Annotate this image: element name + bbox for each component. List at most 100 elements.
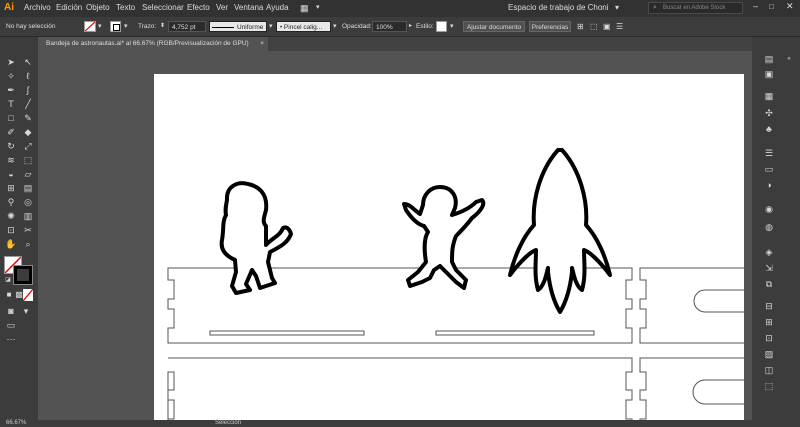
chevron-down-icon[interactable]: ▾ xyxy=(19,305,33,317)
mesh-icon[interactable]: ⊞ xyxy=(4,182,18,194)
line-icon[interactable]: ╱ xyxy=(21,98,35,110)
magic-wand-icon[interactable]: ✧ xyxy=(4,70,18,82)
menu-efecto[interactable]: Efecto xyxy=(187,3,210,12)
chevron-down-icon[interactable]: ▾ xyxy=(98,21,102,32)
blend-icon[interactable]: ◎ xyxy=(21,196,35,208)
preferences-button[interactable]: Preferencias xyxy=(529,21,571,32)
chevron-down-icon[interactable]: ▾ xyxy=(615,3,619,12)
chevron-down-icon[interactable]: ▾ xyxy=(124,21,128,32)
stroke-weight-input[interactable]: 4,752 pt xyxy=(168,21,206,32)
menu-seleccionar[interactable]: Seleccionar xyxy=(142,3,184,12)
graphic-style-swatch[interactable] xyxy=(436,21,447,32)
arrange-documents-icon[interactable]: ▦ xyxy=(300,3,309,14)
color-icon[interactable]: ✣ xyxy=(762,107,776,119)
lasso-icon[interactable]: ℓ xyxy=(21,70,35,82)
layers-panel-icon[interactable]: ⊟ xyxy=(762,300,776,312)
stroke-icon[interactable]: ◉ xyxy=(762,203,776,215)
paintbrush-icon[interactable]: ✎ xyxy=(21,112,35,124)
document-tab[interactable]: Bandeja de astronautas.ai* al 66.67% (RG… xyxy=(38,37,268,51)
pen-icon[interactable]: ✒ xyxy=(4,84,18,96)
chevron-down-icon[interactable]: ▾ xyxy=(450,21,454,32)
document-setup-button[interactable]: Ajustar documento xyxy=(463,21,525,32)
transform-icon[interactable]: ⬚ xyxy=(762,380,776,392)
brush-definition[interactable]: • Pincel calig... xyxy=(276,21,331,32)
panel-menu-icon[interactable]: ☰ xyxy=(616,21,623,32)
more-tools-icon[interactable]: ⋯ xyxy=(4,333,18,345)
curvature-icon[interactable]: ∫ xyxy=(21,84,35,96)
rectangle-icon[interactable]: □ xyxy=(4,112,18,124)
workspace-switcher[interactable]: Espacio de trabajo de Choni xyxy=(508,3,609,12)
close-window-icon[interactable]: ✕ xyxy=(786,1,794,12)
export-icon[interactable]: ⊞ xyxy=(762,316,776,328)
isolate-icon[interactable]: ▣ xyxy=(603,21,611,32)
align-icon[interactable]: ▨ xyxy=(762,348,776,360)
none-mode-icon[interactable] xyxy=(23,289,33,301)
control-bar: No hay selección ▾ ▾ Trazo: ⬍ 4,752 pt U… xyxy=(0,17,800,37)
graphic-styles-icon[interactable]: ⧉ xyxy=(762,278,776,290)
slice-icon[interactable]: ✂ xyxy=(21,224,35,236)
search-field[interactable]: ⌕ Buscar en Adobe Stock xyxy=(648,2,743,14)
transparency-icon[interactable]: ◈ xyxy=(762,246,776,258)
color-guide-icon[interactable]: ♣ xyxy=(762,123,776,135)
tools-panel: ➤ ↖ ✧ ℓ ✒ ∫ T ╱ □ ✎ ✐ ◆ ↻ ⤢ ≋ ⬚ ◒ ▱ ⊞ ▤ … xyxy=(0,37,38,427)
opacity-input[interactable]: 100% xyxy=(372,21,407,32)
menu-objeto[interactable]: Objeto xyxy=(86,3,110,12)
stroke-swatch[interactable] xyxy=(110,21,121,32)
free-transform-icon[interactable]: ⬚ xyxy=(21,154,35,166)
direct-selection-icon[interactable]: ↖ xyxy=(21,56,35,68)
shape-builder-icon[interactable]: ◒ xyxy=(4,168,18,180)
artboard[interactable] xyxy=(154,74,744,427)
eraser-icon[interactable]: ◆ xyxy=(21,126,35,138)
variable-width-profile[interactable]: Uniforme xyxy=(209,21,267,32)
rotate-icon[interactable]: ↻ xyxy=(4,140,18,152)
chevron-down-icon[interactable]: ▾ xyxy=(269,21,273,32)
minimize-icon[interactable]: – xyxy=(753,1,758,11)
appearance-icon[interactable]: ⇲ xyxy=(762,262,776,274)
zoom-level[interactable]: 66.67% xyxy=(6,420,26,426)
default-colors-icon[interactable]: ◪ xyxy=(1,274,15,286)
brushes-icon[interactable]: ▭ xyxy=(762,163,776,175)
pathfinder-icon[interactable]: ◫ xyxy=(762,364,776,376)
chevron-down-icon[interactable]: ▾ xyxy=(333,21,337,32)
stroke-color[interactable] xyxy=(13,265,33,285)
artboard-icon[interactable]: ⊡ xyxy=(4,224,18,236)
hand-icon[interactable]: ✋ xyxy=(4,238,18,250)
chevron-right-icon[interactable]: ▸ xyxy=(409,21,412,32)
libraries-icon[interactable]: ▦ xyxy=(762,90,776,102)
menu-edicion[interactable]: Edición xyxy=(56,3,82,12)
transform-icon[interactable]: ⬚ xyxy=(590,21,598,32)
scale-icon[interactable]: ⤢ xyxy=(21,140,35,152)
properties-icon[interactable]: ▤ xyxy=(762,53,776,65)
gradient-panel-icon[interactable]: ◍ xyxy=(762,221,776,233)
selection-icon[interactable]: ➤ xyxy=(4,56,18,68)
chevron-down-icon[interactable]: ▾ xyxy=(316,3,320,11)
draw-mode-icon[interactable]: ◙ xyxy=(4,305,18,317)
symbols-icon[interactable]: ◑ xyxy=(762,179,776,191)
maximize-icon[interactable]: □ xyxy=(769,2,774,11)
symbol-sprayer-icon[interactable]: ✺ xyxy=(4,210,18,222)
artboards-icon[interactable]: ⊡ xyxy=(762,332,776,344)
menu-ver[interactable]: Ver xyxy=(216,3,228,12)
menu-texto[interactable]: Texto xyxy=(116,3,135,12)
swatches-icon[interactable]: ☰ xyxy=(762,147,776,159)
zoom-icon[interactable]: ⌕ xyxy=(21,238,35,250)
perspective-icon[interactable]: ▱ xyxy=(21,168,35,180)
warp-icon[interactable]: ≋ xyxy=(4,154,18,166)
gradient-icon[interactable]: ▤ xyxy=(21,182,35,194)
align-to-icon[interactable]: ⊞ xyxy=(577,21,584,32)
screen-mode-icon[interactable]: ▭ xyxy=(4,319,18,331)
close-icon[interactable]: × xyxy=(260,37,264,51)
menu-archivo[interactable]: Archivo xyxy=(24,3,51,12)
status-tool: Selección xyxy=(215,420,242,426)
collapse-panels-icon[interactable]: « xyxy=(782,53,796,65)
shaper-icon[interactable]: ✐ xyxy=(4,126,18,138)
search-icon: ⌕ xyxy=(653,4,657,11)
column-graph-icon[interactable]: ▥ xyxy=(21,210,35,222)
menu-ayuda[interactable]: Ayuda xyxy=(266,3,289,12)
menu-ventana[interactable]: Ventana xyxy=(234,3,263,12)
stroke-stepper-icon[interactable]: ⬍ xyxy=(160,21,165,32)
layers-icon[interactable]: ▣ xyxy=(762,68,776,80)
eyedropper-icon[interactable]: ⚲ xyxy=(4,196,18,208)
type-icon[interactable]: T xyxy=(4,98,18,110)
fill-swatch[interactable] xyxy=(84,21,96,32)
